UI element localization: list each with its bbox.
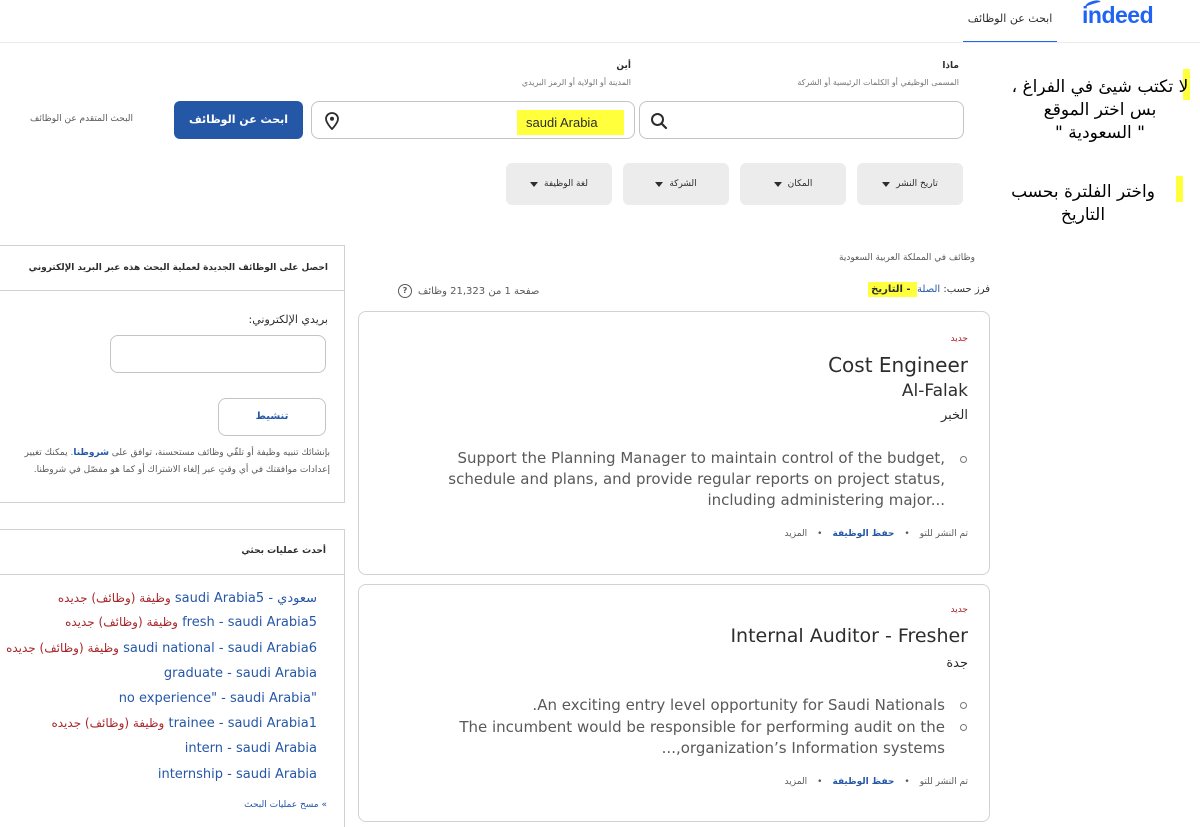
results-heading: وظائف في المملكة العربية السعودية [839, 253, 975, 263]
annotation-marker [1176, 176, 1183, 202]
alert-divider [0, 290, 345, 291]
chevron-down-icon [530, 181, 539, 187]
filter-location[interactable]: المكان [740, 163, 846, 205]
email-field[interactable] [110, 335, 326, 373]
help-icon[interactable]: ? [398, 284, 412, 298]
more-link[interactable]: المزيد [785, 777, 808, 787]
recent-divider [0, 574, 345, 575]
sort-relevance-link[interactable]: الصلة [917, 284, 940, 295]
new-badge: جديد [950, 334, 968, 344]
recent-search-item[interactable]: graduate - saudi Arabia [164, 666, 317, 681]
job-location: جدة [946, 656, 968, 671]
job-meta: تم النشر للتو • حفظ الوظيفة • المزيد [784, 777, 968, 787]
recent-searches-title: أحدث عمليات بحثي [241, 546, 326, 556]
job-card[interactable]: جديد Internal Auditor - Fresher جدة An e… [358, 584, 990, 822]
job-alert-title: احصل على الوظائف الجديدة لعملية البحث هذ… [28, 263, 328, 273]
activate-button[interactable]: تنشيط [218, 398, 326, 436]
bullet-icon [960, 456, 967, 463]
filter-date-posted[interactable]: تاريخ النشر [857, 163, 963, 205]
job-snippet: An exciting entry level opportunity for … [532, 696, 945, 714]
email-label: بريدي الإلكتروني: [248, 313, 328, 326]
location-pin-icon [325, 112, 339, 130]
where-hint: المدينة أو الولاية أو الرمز البريدي [521, 78, 631, 87]
advanced-search-link[interactable]: البحث المتقدم عن الوظائف [30, 114, 133, 124]
chevron-down-icon [882, 181, 891, 187]
more-link[interactable]: المزيد [785, 529, 808, 539]
what-input[interactable] [639, 101, 964, 139]
annotation-sort-by-date: واختر الفلترة بحسب التاريخ [1011, 182, 1155, 225]
what-hint: المسمى الوظيفي أو الكلمات الرئيسية أو ال… [797, 78, 959, 87]
save-job-link[interactable]: حفظ الوظيفة [832, 529, 894, 539]
new-badge: جديد [950, 605, 968, 615]
what-label: ماذا [942, 61, 959, 71]
clear-searches-link[interactable]: » مسح عمليات البحث [244, 800, 327, 810]
job-title[interactable]: Cost Engineer [828, 353, 968, 377]
chevron-down-icon [773, 181, 782, 187]
chevron-down-icon [655, 181, 664, 187]
job-title[interactable]: Internal Auditor - Fresher [730, 625, 968, 647]
recent-search-item[interactable]: saudi national - saudi Arabia6 وظيفة (وظ… [6, 641, 317, 656]
recent-search-item[interactable]: trainee - saudi Arabia1 وظيفة (وظائف) جد… [51, 716, 317, 731]
result-count: ? صفحة 1 من 21,323 وظائف [398, 284, 539, 298]
job-card[interactable]: جديد Cost Engineer Al-Falak الخبر Suppor… [358, 311, 990, 575]
job-meta: تم النشر للتو • حفظ الوظيفة • المزيد [784, 529, 968, 539]
filter-company[interactable]: الشركة [623, 163, 729, 205]
tab-find-jobs[interactable]: ابحث عن الوظائف [963, 11, 1057, 43]
annotation-choose-location: لا تكتب شيئ في الفراغ ، بس اختر الموقع "… [1011, 77, 1189, 143]
job-snippet: Support the Planning Manager to maintain… [448, 449, 945, 509]
save-job-link[interactable]: حفظ الوظيفة [832, 777, 894, 787]
where-value: saudi Arabia [517, 110, 624, 135]
filter-job-language[interactable]: لغة الوظيفة [506, 163, 612, 205]
terms-link[interactable]: شروطنا [73, 448, 109, 458]
sort-date-highlight: - التاريخ [868, 282, 918, 297]
bullet-icon [960, 724, 967, 731]
recent-search-item[interactable]: "no experience" - saudi Arabia [119, 691, 317, 706]
recent-search-item[interactable]: سعودي - saudi Arabia5 وظيفة (وظائف) جديد… [58, 591, 317, 606]
indeed-logo[interactable]: indeed [1082, 0, 1154, 29]
sort-by: فرز حسب: الصلة - التاريخ [868, 282, 990, 297]
company-name: Al-Falak [901, 381, 968, 401]
bullet-icon [960, 702, 967, 709]
header-divider [0, 42, 1200, 43]
alert-terms: بإنشائك تنبيه وظيفة أو تلقّي وظائف مستحس… [24, 448, 330, 475]
where-input[interactable]: saudi Arabia [311, 101, 635, 139]
where-label: أين [616, 61, 631, 71]
search-icon [651, 113, 668, 130]
sort-date[interactable]: التاريخ [871, 284, 903, 295]
recent-search-item[interactable]: internship - saudi Arabia [158, 767, 317, 782]
find-jobs-button[interactable]: ابحث عن الوظائف [174, 101, 303, 139]
recent-search-item[interactable]: fresh - saudi Arabia5 وظيفة (وظائف) جديد… [65, 615, 317, 630]
recent-search-item[interactable]: intern - saudi Arabia [185, 741, 317, 756]
job-snippet: The incumbent would be responsible for p… [459, 718, 945, 757]
job-location: الخبر [940, 408, 968, 423]
